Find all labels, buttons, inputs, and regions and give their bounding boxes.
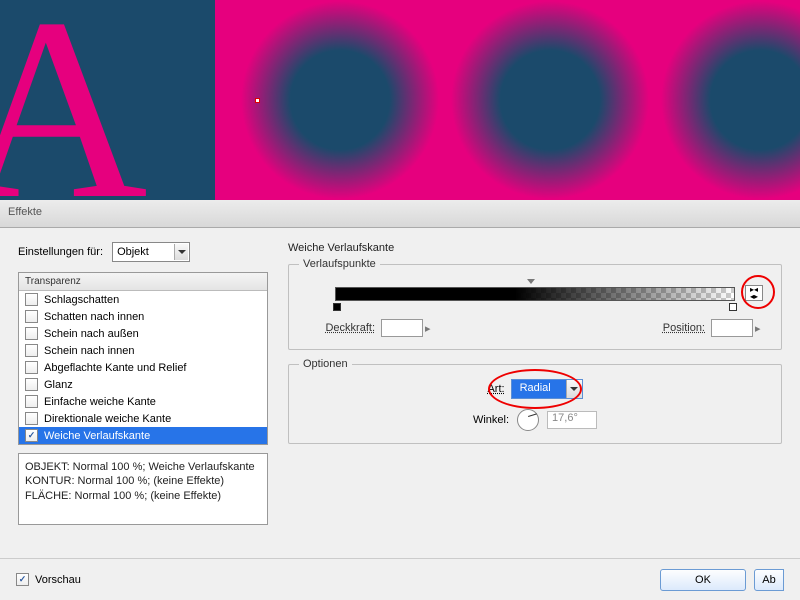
effect-item-schein-innen[interactable]: Schein nach innen: [19, 342, 267, 359]
checkbox[interactable]: [25, 361, 38, 374]
effects-list: Transparenz Schlagschatten Schatten nach…: [18, 272, 268, 445]
radial-gradient-circle: [660, 0, 800, 200]
summary-line: FLÄCHE: Normal 100 %; (keine Effekte): [25, 489, 261, 503]
gradient-fields-row: Deckkraft: ▸ Position: ▸: [305, 319, 765, 337]
settings-for-row: Einstellungen für: Objekt: [18, 242, 268, 262]
options-legend: Optionen: [299, 358, 352, 370]
effect-label: Schlagschatten: [44, 294, 119, 306]
radial-gradient-circle: [240, 0, 440, 200]
angle-field[interactable]: 17,6°: [547, 411, 597, 429]
left-column: Einstellungen für: Objekt Transparenz Sc…: [18, 242, 268, 525]
effects-list-header: Transparenz: [19, 273, 267, 291]
checkbox[interactable]: [25, 429, 38, 442]
angle-row: Winkel: 17,6°: [305, 409, 765, 431]
checkbox[interactable]: [25, 293, 38, 306]
cancel-button[interactable]: Ab: [754, 569, 784, 591]
stepper-icon[interactable]: ▸: [425, 322, 435, 335]
effect-item-weiche-verlaufskante[interactable]: Weiche Verlaufskante: [19, 427, 267, 444]
panel-title: Weiche Verlaufskante: [288, 242, 782, 254]
summary-line: OBJEKT: Normal 100 %; Weiche Verlaufskan…: [25, 460, 261, 474]
checkbox[interactable]: [25, 412, 38, 425]
effect-label: Weiche Verlaufskante: [44, 430, 150, 442]
tab-effects[interactable]: Effekte: [8, 206, 42, 218]
dialog-footer: Vorschau OK Ab: [0, 558, 800, 600]
position-label: Position:: [649, 322, 705, 334]
chevron-down-icon: [566, 380, 582, 398]
document-canvas: A: [0, 0, 800, 200]
effect-item-schein-aussen[interactable]: Schein nach außen: [19, 325, 267, 342]
effect-label: Schein nach innen: [44, 345, 135, 357]
preview-checkbox-row[interactable]: Vorschau: [16, 573, 81, 586]
gradient-ramp[interactable]: ▸◂◂▸: [335, 287, 735, 301]
position-field[interactable]: [711, 319, 753, 337]
settings-for-dropdown[interactable]: Objekt: [112, 242, 190, 262]
effect-summary-box: OBJEKT: Normal 100 %; Weiche Verlaufskan…: [18, 453, 268, 525]
art-dropdown[interactable]: Radial: [511, 379, 583, 399]
opacity-label: Deckkraft:: [305, 322, 375, 334]
art-value: Radial: [512, 380, 566, 398]
effect-item-einfache-kante[interactable]: Einfache weiche Kante: [19, 393, 267, 410]
angle-dial[interactable]: [517, 409, 539, 431]
effect-label: Glanz: [44, 379, 73, 391]
checkbox[interactable]: [25, 395, 38, 408]
gradient-stop-right[interactable]: [729, 303, 737, 311]
options-group: Optionen Art: Radial Winkel: 17,6°: [288, 364, 782, 444]
right-column: Weiche Verlaufskante Verlaufspunkte ▸◂◂▸…: [288, 242, 782, 525]
gradient-legend: Verlaufspunkte: [299, 258, 380, 270]
effect-item-schlagschatten[interactable]: Schlagschatten: [19, 291, 267, 308]
dialog-body: Einstellungen für: Objekt Transparenz Sc…: [0, 228, 800, 539]
effect-label: Schatten nach innen: [44, 311, 144, 323]
art-row: Art: Radial: [305, 379, 765, 399]
effect-label: Direktionale weiche Kante: [44, 413, 171, 425]
gradient-midpoint-handle[interactable]: [527, 279, 535, 285]
checkbox[interactable]: [25, 344, 38, 357]
settings-for-label: Einstellungen für:: [18, 246, 103, 258]
effect-item-schatten-innen[interactable]: Schatten nach innen: [19, 308, 267, 325]
effect-label: Einfache weiche Kante: [44, 396, 156, 408]
chevron-down-icon: [174, 244, 188, 260]
effect-item-glanz[interactable]: Glanz: [19, 376, 267, 393]
ok-button[interactable]: OK: [660, 569, 746, 591]
checkbox[interactable]: [25, 327, 38, 340]
reverse-gradient-icon[interactable]: ▸◂◂▸: [745, 285, 763, 301]
effect-item-direktionale-kante[interactable]: Direktionale weiche Kante: [19, 410, 267, 427]
blue-background-block: A: [0, 0, 215, 200]
gradient-track[interactable]: [335, 287, 735, 301]
checkbox[interactable]: [25, 310, 38, 323]
dialog-tab-bar: Effekte: [0, 200, 800, 228]
gradient-stop-left[interactable]: [333, 303, 341, 311]
art-label: Art:: [487, 383, 504, 395]
radial-gradient-circle: [450, 0, 650, 200]
summary-line: KONTUR: Normal 100 %; (keine Effekte): [25, 474, 261, 488]
letter-a-glyph: A: [0, 0, 148, 200]
opacity-input[interactable]: ▸: [381, 319, 435, 337]
dropdown-value: Objekt: [117, 246, 174, 258]
effect-label: Abgeflachte Kante und Relief: [44, 362, 187, 374]
position-input[interactable]: ▸: [711, 319, 765, 337]
gradient-stops-group: Verlaufspunkte ▸◂◂▸ Deckkraft: ▸ Positio…: [288, 264, 782, 350]
effect-item-abgeflacht[interactable]: Abgeflachte Kante und Relief: [19, 359, 267, 376]
checkbox[interactable]: [16, 573, 29, 586]
checkbox[interactable]: [25, 378, 38, 391]
opacity-field[interactable]: [381, 319, 423, 337]
angle-label: Winkel:: [473, 414, 509, 426]
preview-label: Vorschau: [35, 574, 81, 586]
selection-handle[interactable]: [255, 98, 260, 103]
effect-label: Schein nach außen: [44, 328, 139, 340]
stepper-icon[interactable]: ▸: [755, 322, 765, 335]
